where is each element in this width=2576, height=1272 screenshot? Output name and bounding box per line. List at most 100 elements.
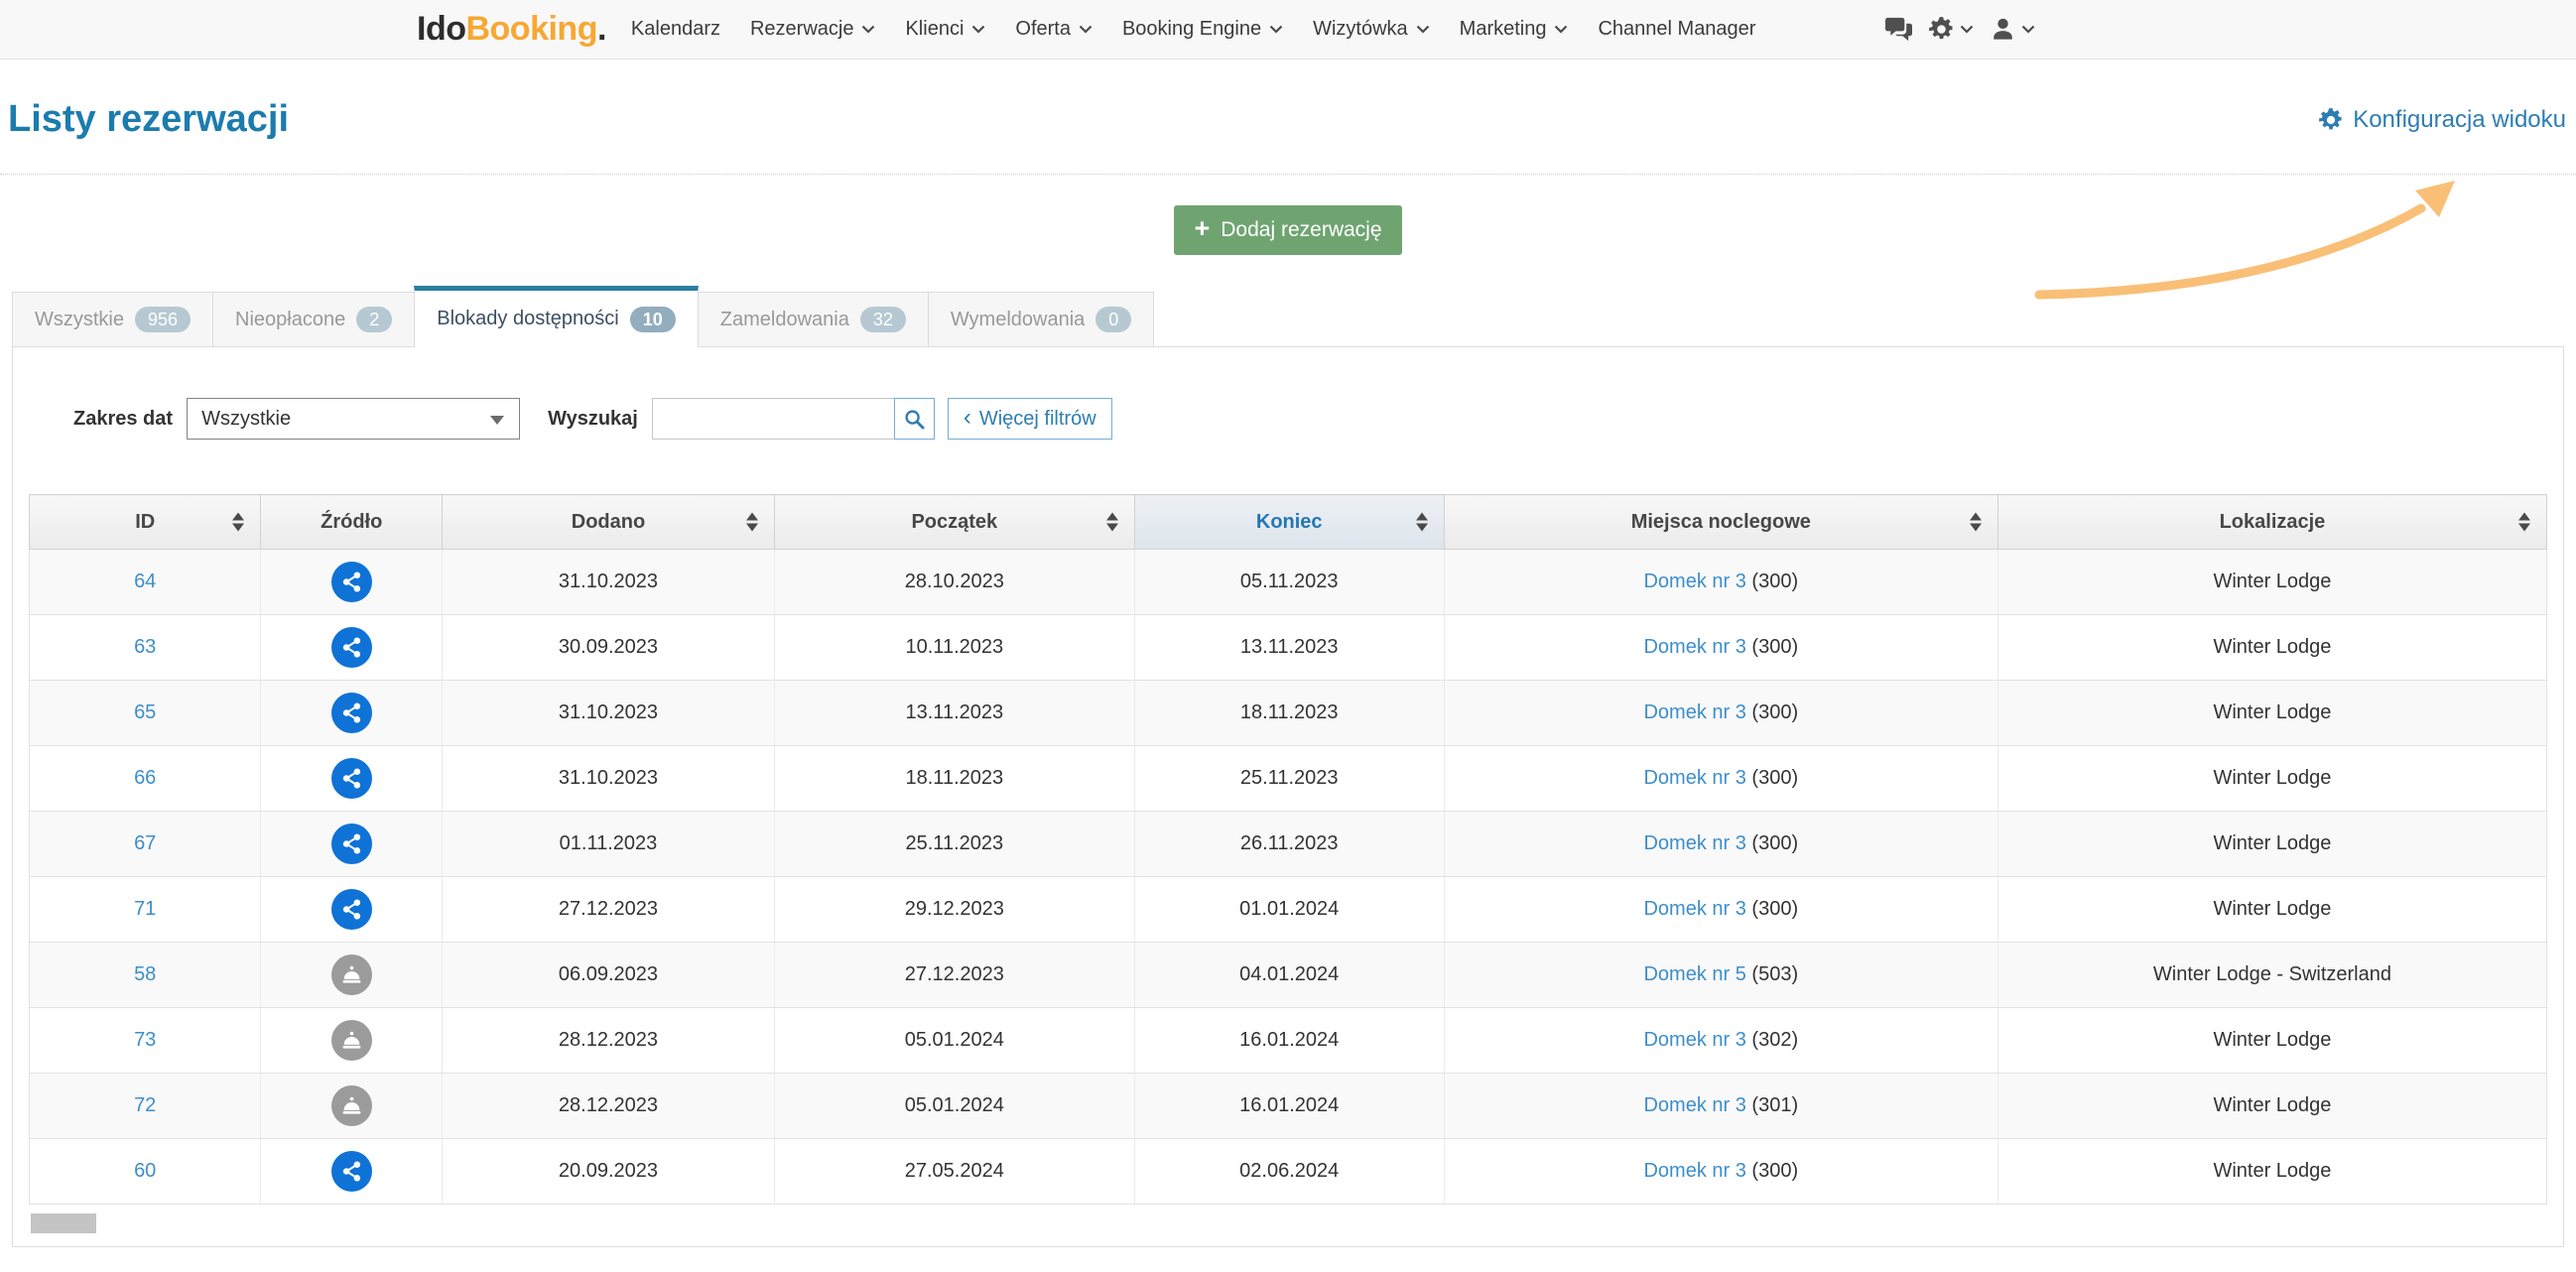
reservation-id-link[interactable]: 63 bbox=[134, 636, 156, 658]
reservation-id-link[interactable]: 64 bbox=[134, 571, 156, 592]
place-number: (300) bbox=[1751, 701, 1798, 723]
gear-icon bbox=[1928, 16, 1955, 43]
reservation-tabs: Wszystkie956 Nieopłacone2 Blokady dostęp… bbox=[12, 285, 2564, 346]
main-menu: Kalendarz Rezerwacje Klienci Oferta Book… bbox=[616, 18, 1771, 41]
reservation-id-link[interactable]: 66 bbox=[134, 767, 156, 789]
reservation-id-link[interactable]: 65 bbox=[134, 701, 156, 723]
bell-source-icon bbox=[331, 1020, 372, 1061]
share-source-icon bbox=[331, 627, 372, 668]
source-cell bbox=[261, 746, 443, 812]
place-link[interactable]: Domek nr 5 bbox=[1643, 963, 1745, 985]
date-range-selected-value: Wszystkie bbox=[201, 408, 291, 431]
place-link[interactable]: Domek nr 3 bbox=[1643, 1094, 1745, 1116]
more-filters-button[interactable]: ‹ Więcej filtrów bbox=[948, 398, 1112, 440]
count-badge: 0 bbox=[1095, 307, 1131, 332]
date-added-cell: 27.12.2023 bbox=[443, 877, 775, 943]
chevron-down-icon bbox=[1269, 25, 1283, 34]
menu-item-rezerwacje[interactable]: Rezerwacje bbox=[735, 18, 890, 41]
logo-dot: . bbox=[597, 10, 606, 48]
column-label: Miejsca noclegowe bbox=[1631, 511, 1811, 533]
reservation-id-link[interactable]: 60 bbox=[134, 1160, 156, 1182]
reservation-id-link[interactable]: 67 bbox=[134, 832, 156, 854]
add-reservation-button[interactable]: + Dodaj rezerwację bbox=[1174, 205, 1401, 255]
table-row: 72 28.12.2023 05.01.2024 16.01.2024 Dome… bbox=[30, 1074, 2547, 1139]
chevron-down-icon bbox=[971, 25, 985, 34]
menu-label: Booking Engine bbox=[1122, 18, 1261, 41]
sort-icon bbox=[1106, 513, 1118, 532]
table-row: 58 06.09.2023 27.12.2023 04.01.2024 Dome… bbox=[30, 943, 2547, 1008]
place-link[interactable]: Domek nr 3 bbox=[1643, 898, 1745, 920]
count-badge: 956 bbox=[135, 307, 191, 332]
date-end-cell: 05.11.2023 bbox=[1134, 550, 1444, 615]
reservation-id-link[interactable]: 72 bbox=[134, 1094, 156, 1116]
place-link[interactable]: Domek nr 3 bbox=[1643, 701, 1745, 723]
menu-item-kalendarz[interactable]: Kalendarz bbox=[616, 18, 735, 41]
date-start-cell: 18.11.2023 bbox=[774, 746, 1134, 812]
column-header-koniec[interactable]: Koniec bbox=[1134, 495, 1444, 550]
place-cell: Domek nr 3 (300) bbox=[1444, 550, 1997, 615]
date-range-label: Zakres dat bbox=[73, 408, 173, 431]
reservation-id-link[interactable]: 73 bbox=[134, 1029, 156, 1051]
idobooking-logo[interactable]: IdoBooking. bbox=[417, 10, 606, 49]
place-link[interactable]: Domek nr 3 bbox=[1643, 1160, 1745, 1182]
column-header-lokalizacje[interactable]: Lokalizacje bbox=[1997, 495, 2546, 550]
place-cell: Domek nr 3 (301) bbox=[1444, 1074, 1997, 1139]
date-range-select[interactable]: Wszystkie bbox=[187, 398, 520, 440]
column-header-poczatek[interactable]: Początek bbox=[774, 495, 1134, 550]
place-link[interactable]: Domek nr 3 bbox=[1643, 571, 1745, 592]
tab-wszystkie[interactable]: Wszystkie956 bbox=[12, 292, 213, 346]
id-cell: 72 bbox=[30, 1074, 261, 1139]
reservation-id-link[interactable]: 58 bbox=[134, 963, 156, 985]
menu-item-oferta[interactable]: Oferta bbox=[1000, 18, 1107, 41]
toolbar: + Dodaj rezerwację bbox=[0, 175, 2576, 285]
page-title: Listy rezerwacji bbox=[8, 98, 289, 141]
horizontal-scrollbar-thumb[interactable] bbox=[31, 1213, 96, 1233]
column-header-id[interactable]: ID bbox=[30, 495, 261, 550]
menu-item-marketing[interactable]: Marketing bbox=[1445, 18, 1584, 41]
menu-label: Klienci bbox=[905, 18, 964, 41]
id-cell: 73 bbox=[30, 1008, 261, 1074]
tab-nieoplacone[interactable]: Nieopłacone2 bbox=[212, 292, 415, 346]
date-start-cell: 25.11.2023 bbox=[774, 812, 1134, 877]
location-cell: Winter Lodge bbox=[1997, 681, 2546, 746]
menu-item-klienci[interactable]: Klienci bbox=[890, 18, 1000, 41]
view-configuration-link[interactable]: Konfiguracja widoku bbox=[2318, 106, 2566, 134]
tab-wymeldowania[interactable]: Wymeldowania0 bbox=[928, 292, 1154, 346]
location-cell: Winter Lodge bbox=[1997, 1074, 2546, 1139]
date-end-cell: 26.11.2023 bbox=[1134, 812, 1444, 877]
table-row: 65 31.10.2023 13.11.2023 18.11.2023 Dome… bbox=[30, 681, 2547, 746]
place-number: (302) bbox=[1751, 1029, 1798, 1051]
search-button[interactable] bbox=[894, 398, 935, 440]
account-menu-button[interactable] bbox=[1990, 16, 2035, 43]
date-added-cell: 20.09.2023 bbox=[443, 1139, 775, 1205]
menu-item-channel-manager[interactable]: Channel Manager bbox=[1583, 18, 1770, 41]
place-cell: Domek nr 3 (300) bbox=[1444, 877, 1997, 943]
column-header-miejsca-noclegowe[interactable]: Miejsca noclegowe bbox=[1444, 495, 1997, 550]
source-cell bbox=[261, 1008, 443, 1074]
menu-item-booking-engine[interactable]: Booking Engine bbox=[1107, 18, 1298, 41]
tab-zameldowania[interactable]: Zameldowania32 bbox=[698, 292, 929, 346]
settings-menu-button[interactable] bbox=[1928, 16, 1974, 43]
search-label: Wyszukaj bbox=[548, 408, 638, 431]
menu-item-wizytowka[interactable]: Wizytówka bbox=[1298, 18, 1445, 41]
place-link[interactable]: Domek nr 3 bbox=[1643, 1029, 1745, 1051]
horizontal-scrollbar bbox=[29, 1213, 2547, 1233]
place-cell: Domek nr 3 (300) bbox=[1444, 615, 1997, 681]
date-start-cell: 28.10.2023 bbox=[774, 550, 1134, 615]
chevron-down-icon bbox=[1079, 25, 1093, 34]
column-label: Początek bbox=[911, 511, 997, 533]
messages-button[interactable] bbox=[1885, 16, 1912, 43]
sort-icon bbox=[746, 513, 758, 532]
location-cell: Winter Lodge bbox=[1997, 615, 2546, 681]
place-link[interactable]: Domek nr 3 bbox=[1643, 832, 1745, 854]
location-cell: Winter Lodge bbox=[1997, 550, 2546, 615]
place-link[interactable]: Domek nr 3 bbox=[1643, 636, 1745, 658]
date-added-cell: 28.12.2023 bbox=[443, 1074, 775, 1139]
menu-label: Rezerwacje bbox=[750, 18, 853, 41]
date-start-cell: 29.12.2023 bbox=[774, 877, 1134, 943]
place-link[interactable]: Domek nr 3 bbox=[1643, 767, 1745, 789]
reservation-id-link[interactable]: 71 bbox=[134, 898, 156, 920]
search-input[interactable] bbox=[652, 398, 895, 440]
tab-blokady-dostepnosci[interactable]: Blokady dostępności10 bbox=[414, 286, 698, 347]
column-header-dodano[interactable]: Dodano bbox=[443, 495, 775, 550]
